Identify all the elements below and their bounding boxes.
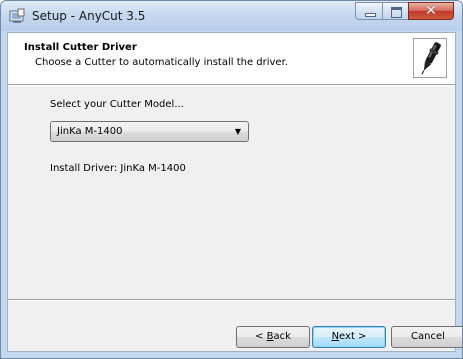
cutter-pen-image bbox=[413, 38, 447, 78]
close-icon: ✕ bbox=[425, 3, 437, 19]
cancel-button[interactable]: Cancel bbox=[391, 326, 462, 348]
wizard-body: Select your Cutter Model... JinKa M-1400… bbox=[8, 86, 455, 299]
back-button[interactable]: < Back bbox=[236, 326, 310, 348]
back-button-prefix: < bbox=[255, 331, 267, 342]
cutter-model-dropdown[interactable]: JinKa M-1400 ▼ bbox=[50, 121, 249, 142]
install-driver-label: Install Driver: JinKa M-1400 bbox=[50, 163, 186, 174]
wizard-header: Install Cutter Driver Choose a Cutter to… bbox=[8, 33, 455, 84]
back-button-mnemonic: B bbox=[266, 331, 274, 342]
next-button-mnemonic: N bbox=[331, 331, 340, 342]
maximize-button[interactable] bbox=[382, 2, 409, 20]
wizard-footer: < Back Next > Cancel bbox=[8, 301, 462, 351]
chevron-down-icon: ▼ bbox=[234, 127, 241, 136]
maximize-icon bbox=[391, 7, 402, 18]
close-button[interactable]: ✕ bbox=[408, 2, 454, 20]
select-model-label: Select your Cutter Model... bbox=[50, 99, 184, 110]
wizard-client-area: Install Cutter Driver Choose a Cutter to… bbox=[7, 32, 462, 352]
minimize-icon bbox=[365, 13, 376, 17]
window-title: Setup - AnyCut 3.5 bbox=[32, 9, 146, 23]
cutter-model-value: JinKa M-1400 bbox=[57, 126, 123, 137]
page-subtitle: Choose a Cutter to automatically install… bbox=[35, 57, 288, 68]
next-button-rest: ext > bbox=[339, 331, 367, 342]
minimize-button[interactable] bbox=[355, 2, 383, 20]
setup-window: Setup - AnyCut 3.5 ✕ Install Cutter Driv… bbox=[0, 0, 463, 359]
title-bar[interactable]: Setup - AnyCut 3.5 ✕ bbox=[1, 1, 462, 31]
page-title: Install Cutter Driver bbox=[24, 42, 137, 53]
setup-app-icon bbox=[9, 8, 25, 23]
back-button-rest: ack bbox=[273, 331, 291, 342]
cutter-pen-icon bbox=[421, 42, 441, 75]
next-button[interactable]: Next > bbox=[312, 326, 386, 348]
